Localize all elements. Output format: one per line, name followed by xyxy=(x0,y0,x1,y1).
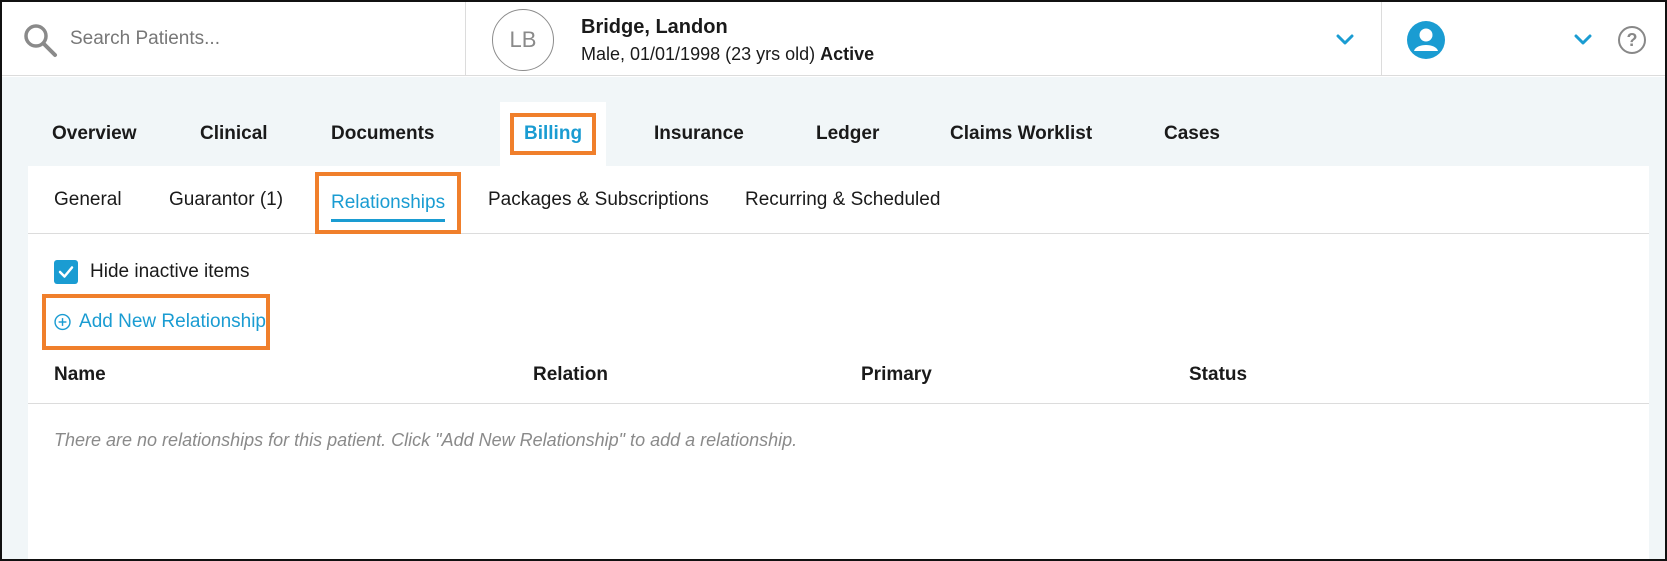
patient-search xyxy=(2,2,466,76)
tab-documents[interactable]: Documents xyxy=(307,102,458,166)
patient-info: Male, 01/01/1998 (23 yrs old) Active xyxy=(581,44,874,65)
subtab-highlight: Relationships xyxy=(315,172,462,234)
relationships-table-header: Name Relation Primary Status xyxy=(28,352,1649,404)
tab-label: Ledger xyxy=(816,123,880,144)
tab-claims-worklist[interactable]: Claims Worklist xyxy=(926,102,1116,166)
tab-label: Documents xyxy=(331,123,435,144)
column-header-name[interactable]: Name xyxy=(54,364,106,386)
patient-avatar: LB xyxy=(492,9,554,71)
top-bar: LB Bridge, Landon Male, 01/01/1998 (23 y… xyxy=(2,2,1665,76)
column-header-primary[interactable]: Primary xyxy=(861,364,932,386)
tab-ledger[interactable]: Ledger xyxy=(792,102,903,166)
column-header-status[interactable]: Status xyxy=(1189,364,1247,386)
tab-clinical[interactable]: Clinical xyxy=(176,102,292,166)
tab-overview[interactable]: Overview xyxy=(28,102,161,166)
patient-status: Active xyxy=(820,44,875,64)
user-menu: ? xyxy=(1382,2,1665,76)
patient-header: LB Bridge, Landon Male, 01/01/1998 (23 y… xyxy=(466,2,1382,76)
checkmark-icon xyxy=(58,266,74,278)
help-icon[interactable]: ? xyxy=(1618,26,1646,54)
search-icon[interactable] xyxy=(22,22,58,58)
subtab-general[interactable]: General xyxy=(54,166,122,234)
subtab-guarantor[interactable]: Guarantor (1) xyxy=(169,166,283,234)
add-new-relationship-button[interactable]: Add New Relationship xyxy=(42,294,270,350)
patient-demographics: Male, 01/01/1998 (23 yrs old) xyxy=(581,44,816,64)
hide-inactive-label: Hide inactive items xyxy=(90,261,250,282)
hide-inactive-checkbox[interactable] xyxy=(54,260,78,284)
tab-cases[interactable]: Cases xyxy=(1140,102,1244,166)
tab-label: Billing xyxy=(510,113,597,155)
chevron-down-icon[interactable] xyxy=(1336,34,1354,46)
tab-billing[interactable]: Billing xyxy=(500,102,607,166)
user-avatar-icon[interactable] xyxy=(1406,20,1446,60)
tab-label: Insurance xyxy=(654,123,744,144)
subtab-label: Relationships xyxy=(331,192,446,213)
subtab-relationships[interactable]: Relationships xyxy=(315,172,462,234)
billing-panel: General Guarantor (1) Relationships Pack… xyxy=(28,166,1649,559)
search-input[interactable] xyxy=(70,24,440,54)
hide-inactive-row: Hide inactive items xyxy=(54,260,249,284)
tab-insurance[interactable]: Insurance xyxy=(630,102,768,166)
tab-label: Overview xyxy=(52,123,137,144)
active-tab-underline xyxy=(331,219,446,222)
tab-label: Clinical xyxy=(200,123,268,144)
patient-name: Bridge, Landon xyxy=(581,16,728,38)
billing-subtabs: General Guarantor (1) Relationships Pack… xyxy=(28,166,1649,234)
empty-state-message: There are no relationships for this pati… xyxy=(54,430,798,450)
subtab-packages-subscriptions[interactable]: Packages & Subscriptions xyxy=(488,166,709,234)
tab-label: Cases xyxy=(1164,123,1220,144)
chevron-down-icon[interactable] xyxy=(1574,34,1592,46)
add-button-label: Add New Relationship xyxy=(79,311,266,332)
tab-label: Claims Worklist xyxy=(950,123,1093,144)
plus-circle-icon xyxy=(54,313,71,331)
subtab-recurring-scheduled[interactable]: Recurring & Scheduled xyxy=(745,166,940,234)
app-window: LB Bridge, Landon Male, 01/01/1998 (23 y… xyxy=(0,0,1667,561)
column-header-relation[interactable]: Relation xyxy=(533,364,608,386)
